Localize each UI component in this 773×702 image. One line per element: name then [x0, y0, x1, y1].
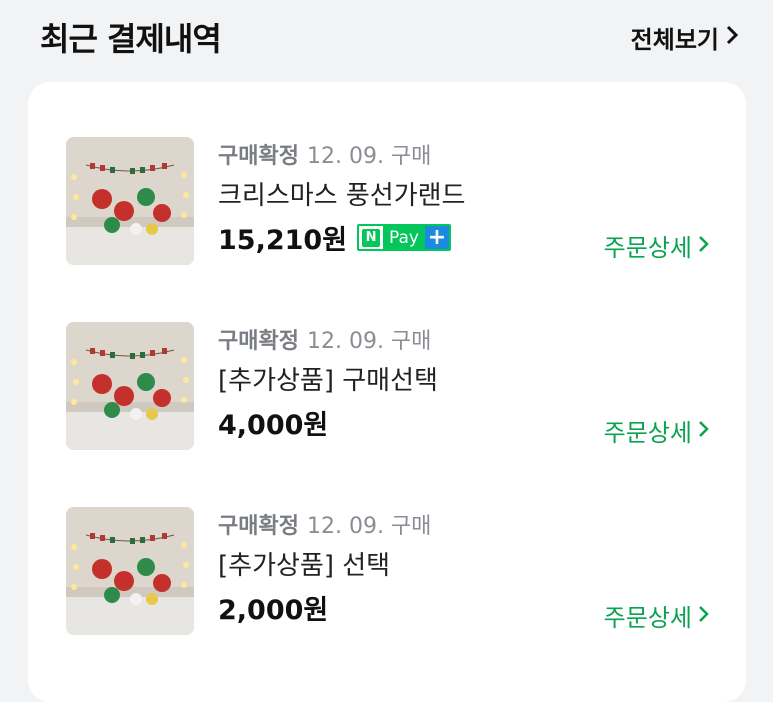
product-price: 4,000원: [218, 410, 329, 441]
order-detail-label: 주문상세: [603, 604, 692, 632]
order-status: 구매확정: [218, 329, 299, 354]
chevron-right-icon: [698, 417, 710, 445]
order-date: 12. 09. 구매: [306, 329, 432, 354]
price-row: 2,000원: [218, 588, 328, 627]
order-status-line: 구매확정 12. 09. 구매: [218, 323, 431, 355]
chevron-right-icon: [698, 602, 710, 630]
plus-icon: +: [425, 226, 449, 249]
section-header: 최근 결제내역 전체보기: [0, 0, 773, 80]
product-name[interactable]: [추가상품] 구매선택: [218, 360, 438, 397]
product-price: 15,210원: [218, 225, 348, 256]
list-item: 구매확정 12. 09. 구매 [추가상품] 구매선택 4,000원 주문상세: [28, 267, 746, 450]
npay-plus-badge: N Pay +: [357, 224, 451, 251]
order-status-line: 구매확정 12. 09. 구매: [218, 508, 431, 540]
chevron-right-icon: [725, 24, 739, 52]
order-status-line: 구매확정 12. 09. 구매: [218, 138, 431, 170]
npay-label: Pay: [383, 226, 425, 249]
order-date: 12. 09. 구매: [306, 144, 432, 169]
order-detail-label: 주문상세: [603, 419, 692, 447]
product-thumbnail[interactable]: [66, 137, 194, 265]
product-thumbnail[interactable]: [66, 322, 194, 450]
list-item: 구매확정 12. 09. 구매 크리스마스 풍선가랜드 15,210원 N Pay…: [28, 82, 746, 265]
page-title: 최근 결제내역: [40, 20, 222, 58]
price-row: 15,210원 N Pay +: [218, 218, 451, 257]
list-item: 구매확정 12. 09. 구매 [추가상품] 선택 2,000원 주문상세: [28, 452, 746, 635]
order-date: 12. 09. 구매: [306, 514, 432, 539]
order-detail-button[interactable]: 주문상세: [604, 228, 710, 263]
chevron-right-icon: [698, 232, 710, 260]
product-name[interactable]: 크리스마스 풍선가랜드: [218, 175, 465, 212]
price-row: 4,000원: [218, 403, 328, 442]
product-price: 2,000원: [218, 595, 329, 626]
view-all-label: 전체보기: [630, 26, 719, 54]
order-detail-button[interactable]: 주문상세: [604, 598, 710, 633]
product-thumbnail[interactable]: [66, 507, 194, 635]
naver-n-icon: N: [359, 226, 384, 249]
order-status: 구매확정: [218, 514, 299, 539]
view-all-button[interactable]: 전체보기: [631, 20, 739, 55]
order-status: 구매확정: [218, 144, 299, 169]
order-detail-button[interactable]: 주문상세: [604, 413, 710, 448]
product-name[interactable]: [추가상품] 선택: [218, 545, 390, 582]
order-detail-label: 주문상세: [603, 234, 692, 262]
payment-history-card: 구매확정 12. 09. 구매 크리스마스 풍선가랜드 15,210원 N Pay…: [28, 82, 746, 702]
